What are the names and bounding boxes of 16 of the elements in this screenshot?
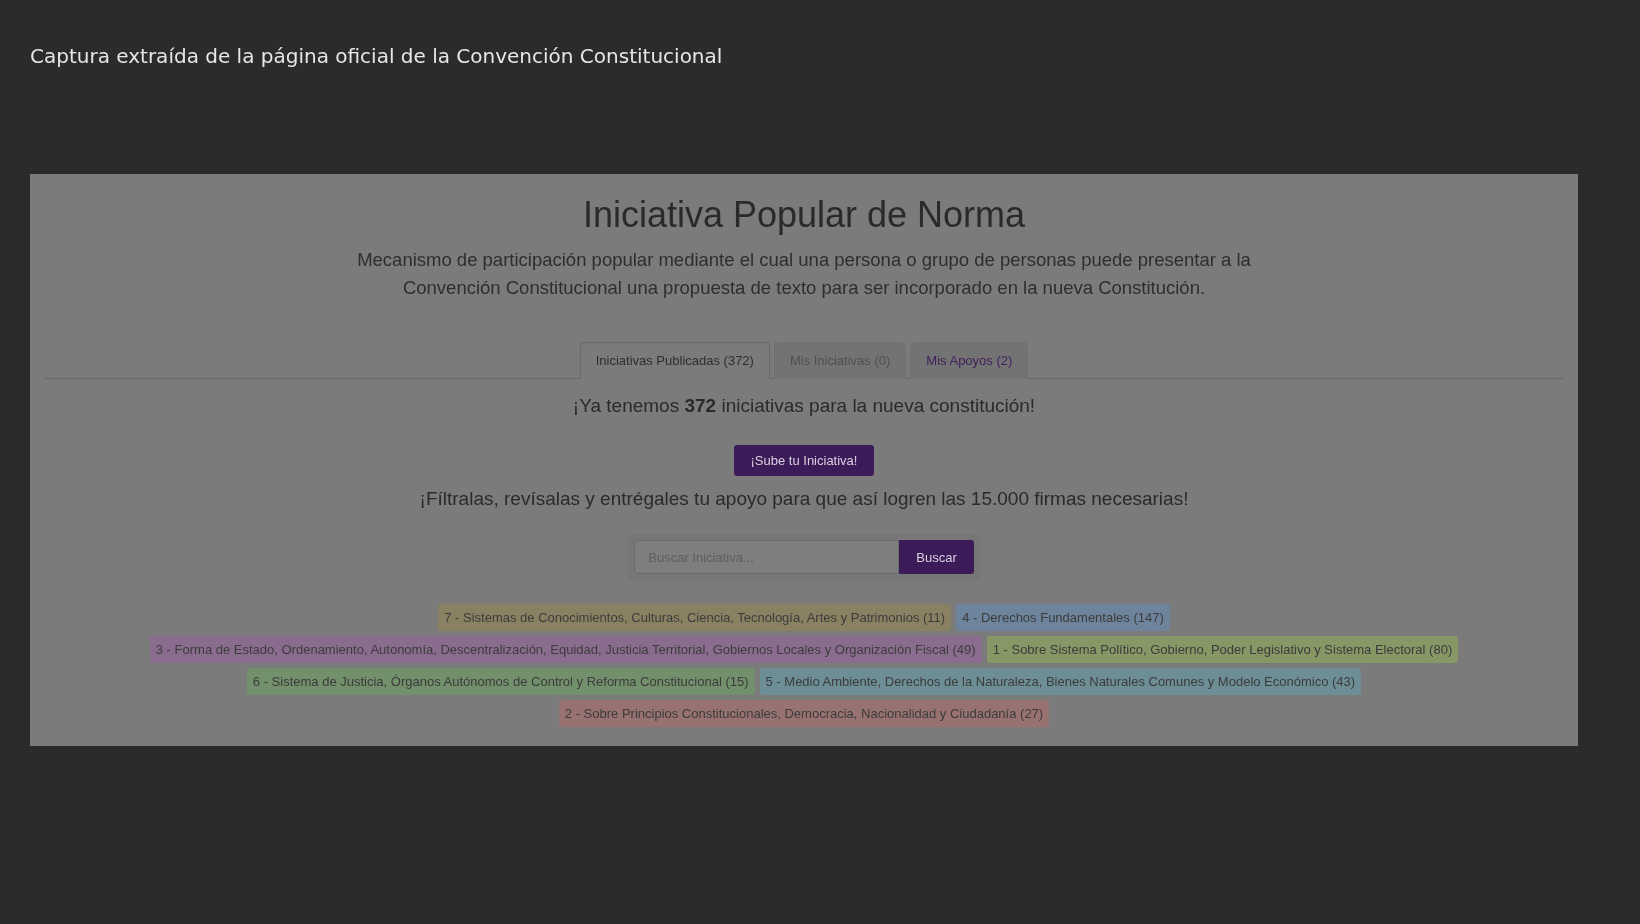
category-tag[interactable]: 2 - Sobre Principios Constitucionales, Democracia, Nacionalidad y Ciudadanía (27) bbox=[558, 700, 1050, 727]
caption: Captura extraída de la página oficial de la Convención Constitucional bbox=[30, 44, 723, 68]
tab[interactable]: Mis Apoyos (2) bbox=[910, 342, 1029, 379]
upload-button[interactable]: ¡Sube tu Iniciativa! bbox=[733, 445, 875, 476]
page-title: Iniciativa Popular de Norma bbox=[582, 194, 1026, 236]
call-to-action: ¡Fíltralas, revísalas y entrégales tu apoyo para que así logren las 15.000 firmas necesarias! bbox=[419, 488, 1189, 510]
search-button[interactable]: Buscar bbox=[899, 540, 974, 574]
category-tag[interactable]: 7 - Sistemas de Conocimientos, Culturas, Ciencia, Tecnología, Artes y Patrimonios (11) bbox=[438, 604, 952, 631]
category-tag[interactable]: 5 - Medio Ambiente, Derechos de la Naturaleza, Bienes Naturales Comunes y Modelo Económico (43) bbox=[759, 668, 1362, 695]
category-tag[interactable]: 4 - Derechos Fundamentales (147) bbox=[956, 604, 1170, 631]
category-tag[interactable]: 6 - Sistema de Justicia, Órganos Autónomos de Control y Reforma Constitucional (15) bbox=[246, 668, 755, 695]
category-tag[interactable]: 3 - Forma de Estado, Ordenamiento, Autonomía, Descentralización, Equidad, Justicia Territorial, Gobiernos Locales y Organización Fiscal (49) bbox=[149, 636, 982, 663]
page-description: Mecanismo de participación popular mediante el cual una persona o grupo de personas puede presentar a la Convención Constitucional una propuesta de texto para ser incorporado en la nueva Constitución. bbox=[356, 248, 1252, 300]
tab[interactable]: Iniciativas Publicadas (372) bbox=[579, 342, 770, 379]
headline: ¡Ya tenemos 372 iniciativas para la nueva constitución! bbox=[572, 395, 1036, 417]
category-tag[interactable]: 1 - Sobre Sistema Político, Gobierno, Poder Legislativo y Sistema Electoral (80) bbox=[986, 636, 1459, 663]
